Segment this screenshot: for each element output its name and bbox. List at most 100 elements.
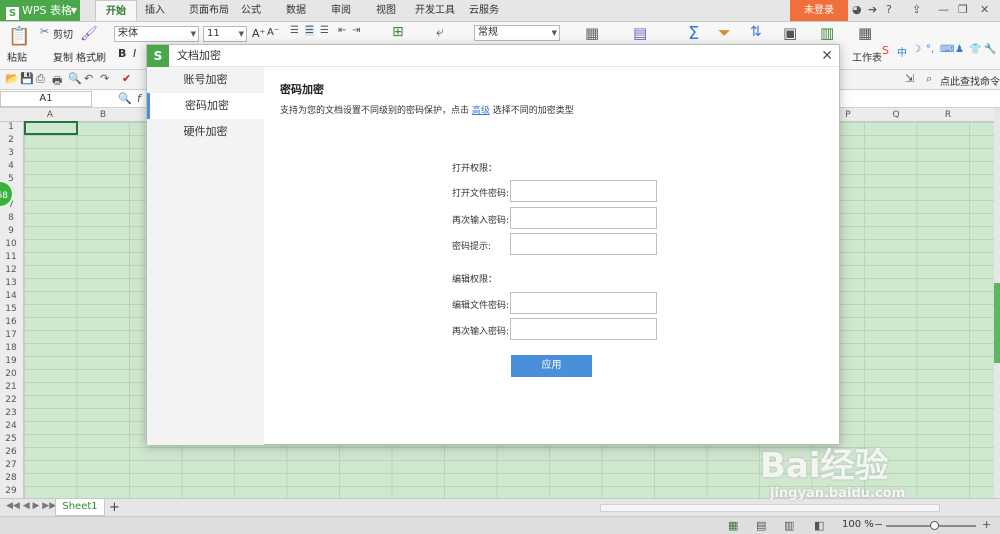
password-hint-input[interactable]	[510, 233, 657, 255]
user-icon[interactable]: ♟	[955, 44, 964, 55]
sort-icon[interactable]: ⇅	[750, 24, 762, 40]
row-header[interactable]: 27	[0, 460, 22, 470]
scroll-thumb[interactable]	[994, 283, 1000, 363]
format-painter-button[interactable]: 格式刷	[76, 49, 106, 64]
merge-center-icon[interactable]: ⊞	[392, 24, 404, 40]
sidebar-item-account-encryption[interactable]: 账号加密	[147, 67, 264, 93]
pdf-icon[interactable]: ⎙	[36, 72, 45, 86]
sidebar-item-hardware-encryption[interactable]: 硬件加密	[147, 119, 264, 145]
align-center-icon[interactable]: ☰	[305, 25, 314, 36]
tab-review[interactable]: 审阅	[326, 0, 356, 21]
save-icon[interactable]: 💾	[20, 72, 34, 85]
row-header[interactable]: 23	[0, 408, 22, 418]
add-sheet-icon[interactable]: +	[109, 499, 120, 516]
help-icon[interactable]: ?	[886, 3, 892, 16]
row-header[interactable]: 9	[0, 226, 22, 236]
maximize-icon[interactable]: ❐	[958, 3, 968, 16]
row-header[interactable]: 28	[0, 473, 22, 483]
app-menu-button[interactable]: S WPS 表格 ▼	[0, 0, 80, 21]
format-icon[interactable]: ▣	[783, 24, 797, 42]
reading-mode-icon[interactable]: ◧	[814, 519, 824, 532]
row-header[interactable]: 21	[0, 382, 22, 392]
row-header[interactable]: 15	[0, 304, 22, 314]
row-header[interactable]: 20	[0, 369, 22, 379]
redo-icon[interactable]: ↷	[100, 72, 109, 85]
punctuation-icon[interactable]: °,	[926, 44, 934, 55]
row-header[interactable]: 22	[0, 395, 22, 405]
font-name-select[interactable]: 宋体 ▼	[114, 26, 199, 42]
column-header[interactable]: A	[24, 108, 76, 122]
row-header[interactable]: 4	[0, 161, 22, 171]
preview-icon[interactable]: 🔍	[68, 72, 82, 85]
row-header[interactable]: 1	[0, 122, 22, 132]
row-header[interactable]: 29	[0, 486, 22, 496]
page-layout-view-icon[interactable]: ▤	[756, 519, 766, 532]
sidebar-item-password-encryption[interactable]: 密码加密	[147, 93, 264, 119]
row-header[interactable]: 17	[0, 330, 22, 340]
font-size-select[interactable]: 11 ▼	[203, 26, 247, 42]
row-header[interactable]: 24	[0, 421, 22, 431]
sum-icon[interactable]: Σ	[688, 23, 699, 44]
restore-ribbon-icon[interactable]: ⇪	[912, 3, 921, 16]
open-confirm-input[interactable]	[510, 207, 657, 229]
bold-button[interactable]: B	[118, 47, 126, 60]
row-header[interactable]: 19	[0, 356, 22, 366]
align-left-icon[interactable]: ☰	[290, 25, 299, 36]
edit-confirm-input[interactable]	[510, 318, 657, 340]
rows-columns-icon[interactable]: ▥	[820, 24, 834, 42]
tab-formulas[interactable]: 公式	[236, 0, 266, 21]
italic-button[interactable]: I	[133, 47, 136, 60]
tab-developer[interactable]: 开发工具	[412, 0, 458, 21]
keyboard-icon[interactable]: ⌨	[940, 44, 954, 55]
row-header[interactable]: 12	[0, 265, 22, 275]
skin-icon[interactable]: ◕	[852, 3, 862, 16]
normal-view-icon[interactable]: ▦	[728, 519, 738, 532]
tab-view[interactable]: 视图	[371, 0, 401, 21]
sogou-icon[interactable]: S	[882, 44, 889, 57]
row-header[interactable]: 10	[0, 239, 22, 249]
align-right-icon[interactable]: ☰	[320, 25, 329, 36]
zoom-search-icon[interactable]: 🔍	[118, 92, 132, 105]
format-painter-icon[interactable]: 🖌	[80, 26, 98, 42]
tab-home[interactable]: 开始	[95, 0, 137, 21]
sheet-nav-icon[interactable]: ◀◀ ◀ ▶ ▶▶	[6, 501, 56, 511]
font-grow-icon[interactable]: A⁺	[252, 27, 265, 40]
function-icon[interactable]: f	[137, 92, 141, 105]
row-header[interactable]: 16	[0, 317, 22, 327]
indent-decrease-icon[interactable]: ⇤	[338, 25, 346, 36]
zoom-in-icon[interactable]: +	[982, 518, 991, 531]
row-header[interactable]: 26	[0, 447, 22, 457]
tab-cloud[interactable]: 云服务	[466, 0, 502, 21]
vertical-scrollbar[interactable]	[994, 108, 1000, 498]
tab-page-layout[interactable]: 页面布局	[183, 0, 235, 21]
name-box[interactable]: A1	[0, 91, 92, 107]
zoom-out-icon[interactable]: −	[874, 518, 883, 531]
advanced-link[interactable]: 高级	[472, 106, 490, 116]
row-header[interactable]: 25	[0, 434, 22, 444]
share-icon[interactable]: ➔	[868, 3, 877, 16]
zoom-slider-handle[interactable]	[930, 521, 939, 530]
column-header[interactable]: R	[922, 108, 974, 122]
font-shrink-icon[interactable]: A⁻	[267, 27, 279, 38]
row-header[interactable]: 13	[0, 278, 22, 288]
ime-chinese-icon[interactable]: 中	[897, 44, 907, 59]
open-password-input[interactable]	[510, 180, 657, 202]
row-header[interactable]: 3	[0, 148, 22, 158]
row-header[interactable]: 11	[0, 252, 22, 262]
edit-password-input[interactable]	[510, 292, 657, 314]
row-header[interactable]: 14	[0, 291, 22, 301]
tab-data[interactable]: 数据	[281, 0, 311, 21]
open-icon[interactable]: 📂	[5, 72, 19, 85]
minimize-icon[interactable]: —	[938, 3, 949, 16]
moon-icon[interactable]: ☽	[912, 44, 921, 55]
row-header[interactable]: 18	[0, 343, 22, 353]
row-header[interactable]: 2	[0, 135, 22, 145]
indent-increase-icon[interactable]: ⇥	[352, 25, 360, 36]
text-color-icon[interactable]: ✔	[122, 72, 131, 85]
worksheet-icon[interactable]: ▦	[858, 24, 872, 42]
sheet-tab-sheet1[interactable]: Sheet1	[55, 499, 105, 516]
scissors-icon[interactable]: ✂	[40, 25, 49, 38]
wrap-text-icon[interactable]: ⤶	[436, 24, 444, 40]
pin-icon[interactable]: ⇲	[905, 72, 914, 85]
search-command-input[interactable]: 点此查找命令	[940, 73, 1000, 88]
